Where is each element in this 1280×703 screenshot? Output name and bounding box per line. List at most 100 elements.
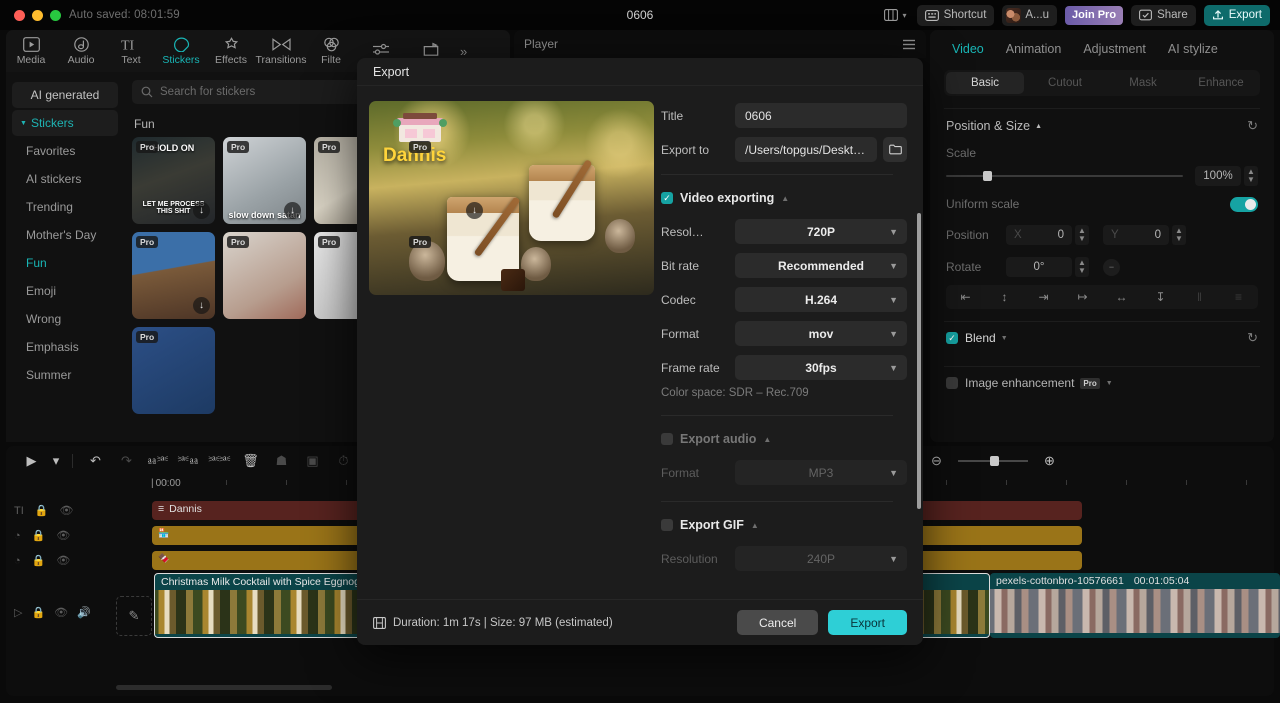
tool-media[interactable]: Media bbox=[6, 36, 56, 66]
lock-icon[interactable]: 🔒 bbox=[32, 554, 46, 567]
rotate-stepper[interactable]: ▲ ▼ bbox=[1075, 257, 1089, 277]
zoom-slider-handle[interactable] bbox=[990, 456, 1000, 466]
select-tool-dropdown-icon[interactable]: ▾ bbox=[47, 453, 65, 469]
export-settings-scrollbar[interactable] bbox=[917, 213, 921, 509]
align-center-horizontal-icon[interactable]: ↕ bbox=[985, 290, 1024, 304]
export-confirm-button[interactable]: Export bbox=[828, 610, 907, 635]
resolution-select[interactable]: 720P ▼ bbox=[735, 219, 907, 244]
tab-adjustment[interactable]: Adjustment bbox=[1083, 42, 1146, 56]
rotate-value[interactable]: 0° bbox=[1006, 257, 1072, 277]
sidebar-item-ai-stickers[interactable]: AI stickers bbox=[12, 166, 118, 192]
export-audio-checkbox[interactable] bbox=[661, 433, 673, 445]
export-gif-checkbox[interactable] bbox=[661, 519, 673, 531]
position-size-section-header[interactable]: Position & Size ▲ ↻ bbox=[930, 109, 1274, 143]
blend-checkbox[interactable]: ✓ bbox=[946, 332, 958, 344]
visibility-icon[interactable]: 👁 bbox=[56, 529, 70, 542]
split-icon[interactable]: ⎂⎃ bbox=[142, 453, 173, 469]
align-left-icon[interactable]: ⇤ bbox=[946, 290, 985, 304]
scale-stepper[interactable]: ▲ ▼ bbox=[1244, 166, 1258, 186]
tool-stickers[interactable]: Stickers bbox=[156, 37, 206, 66]
trim-start-icon[interactable]: ⎃⎂ bbox=[173, 453, 204, 469]
position-y-stepper[interactable]: ▲ ▼ bbox=[1172, 225, 1186, 245]
export-button[interactable]: Export bbox=[1203, 4, 1270, 26]
shortcut-button[interactable]: Shortcut bbox=[916, 4, 995, 26]
title-input[interactable]: 0606 bbox=[735, 103, 907, 128]
tool-effects[interactable]: Effects bbox=[206, 36, 256, 66]
visibility-icon[interactable]: 👁 bbox=[56, 554, 70, 567]
subtab-mask[interactable]: Mask bbox=[1104, 70, 1182, 96]
position-y-field[interactable]: Y 0 bbox=[1103, 225, 1169, 245]
tab-animation[interactable]: Animation bbox=[1006, 42, 1062, 56]
sidebar-item-mothers-day[interactable]: Mother's Day bbox=[12, 222, 118, 248]
subtab-cutout[interactable]: Cutout bbox=[1026, 70, 1104, 96]
sticker-item[interactable]: Pro HOLD ON LET ME PROCESS THIS SHIT ↓ bbox=[132, 137, 215, 224]
tool-transitions[interactable]: Transitions bbox=[256, 37, 306, 66]
tool-filters[interactable]: Filte bbox=[306, 37, 356, 66]
audio-format-select[interactable]: MP3 ▼ bbox=[735, 460, 907, 485]
download-icon[interactable]: ↓ bbox=[466, 202, 483, 219]
align-middle-vertical-icon[interactable]: ↔ bbox=[1102, 290, 1141, 304]
sidebar-item-stickers[interactable]: ▼ Stickers bbox=[12, 110, 118, 136]
position-x-field[interactable]: X 0 bbox=[1006, 225, 1072, 245]
user-account-button[interactable]: A...u bbox=[1002, 4, 1058, 26]
tab-video[interactable]: Video bbox=[952, 42, 984, 56]
trim-end-icon[interactable]: ⎃⎃ bbox=[204, 453, 235, 469]
gif-resolution-select[interactable]: 240P ▼ bbox=[735, 546, 907, 571]
align-bottom-icon[interactable]: ↧ bbox=[1141, 290, 1180, 304]
export-to-input[interactable]: /Users/topgus/Deskt… bbox=[735, 137, 877, 162]
rotate-dial[interactable]: − bbox=[1103, 258, 1120, 276]
scale-value[interactable]: 100% bbox=[1195, 166, 1241, 186]
edit-clip-button[interactable]: ✎ bbox=[116, 596, 152, 636]
select-tool-icon[interactable]: ▶ bbox=[16, 453, 47, 469]
zoom-slider[interactable] bbox=[958, 456, 1028, 466]
sticker-item[interactable]: Pro bbox=[132, 327, 215, 414]
sidebar-item-trending[interactable]: Trending bbox=[12, 194, 118, 220]
align-top-icon[interactable]: ↦ bbox=[1063, 290, 1102, 304]
layout-switch-button[interactable]: ▾ bbox=[882, 5, 909, 26]
reset-icon[interactable]: ↻ bbox=[1247, 118, 1258, 134]
align-right-icon[interactable]: ⇥ bbox=[1024, 290, 1063, 304]
codec-select[interactable]: H.264 ▼ bbox=[735, 287, 907, 312]
uniform-scale-toggle[interactable] bbox=[1230, 196, 1258, 212]
format-select[interactable]: mov ▼ bbox=[735, 321, 907, 346]
export-gif-group-header[interactable]: Export GIF ▲ bbox=[661, 514, 907, 536]
lock-icon[interactable]: 🔒 bbox=[31, 606, 45, 619]
share-button[interactable]: Share bbox=[1131, 4, 1196, 26]
cancel-button[interactable]: Cancel bbox=[736, 610, 819, 635]
sidebar-item-fun[interactable]: Fun bbox=[12, 250, 118, 276]
maximize-window-button[interactable] bbox=[50, 9, 61, 21]
framerate-select[interactable]: 30fps ▼ bbox=[735, 355, 907, 380]
sidebar-item-favorites[interactable]: Favorites bbox=[12, 138, 118, 164]
tool-text[interactable]: TI Text bbox=[106, 37, 156, 66]
download-icon[interactable]: ↓ bbox=[284, 202, 301, 219]
video-exporting-group-header[interactable]: ✓ Video exporting ▲ bbox=[661, 187, 907, 209]
image-enhancement-row[interactable]: Image enhancement Pro ▼ bbox=[930, 367, 1274, 399]
video-exporting-checkbox[interactable]: ✓ bbox=[661, 192, 673, 204]
sidebar-item-ai-generated[interactable]: AI generated bbox=[12, 82, 118, 108]
scale-slider[interactable] bbox=[946, 171, 1183, 181]
zoom-in-icon[interactable]: ⊕ bbox=[1034, 453, 1065, 469]
delete-icon[interactable]: 🗑 bbox=[235, 453, 266, 469]
sticker-item[interactable]: Pro slow down satan ↓ bbox=[223, 137, 306, 224]
export-audio-group-header[interactable]: Export audio ▲ bbox=[661, 428, 907, 450]
sticker-item[interactable]: Pro bbox=[223, 232, 306, 319]
close-window-button[interactable] bbox=[14, 9, 25, 21]
subtab-basic[interactable]: Basic bbox=[946, 72, 1024, 94]
position-x-stepper[interactable]: ▲ ▼ bbox=[1075, 225, 1089, 245]
zoom-out-icon[interactable]: ⊖ bbox=[921, 453, 952, 469]
visibility-icon[interactable]: 👁 bbox=[59, 504, 73, 517]
timeline-horizontal-scrollbar[interactable] bbox=[116, 685, 332, 690]
undo-icon[interactable]: ↶ bbox=[80, 453, 111, 469]
visibility-icon[interactable]: 👁 bbox=[54, 606, 68, 619]
image-enhancement-checkbox[interactable] bbox=[946, 377, 958, 389]
lock-icon[interactable]: 🔒 bbox=[32, 529, 46, 542]
hamburger-icon[interactable] bbox=[902, 39, 916, 50]
blend-section-header[interactable]: ✓ Blend ▼ ↻ bbox=[930, 322, 1274, 354]
download-icon[interactable]: ↓ bbox=[193, 297, 210, 314]
folder-icon[interactable] bbox=[883, 137, 907, 162]
sidebar-item-emphasis[interactable]: Emphasis bbox=[12, 334, 118, 360]
subtab-enhance[interactable]: Enhance bbox=[1182, 70, 1260, 96]
toolbar-more-button[interactable]: » bbox=[460, 44, 467, 59]
slider-handle[interactable] bbox=[982, 171, 992, 181]
lock-icon[interactable]: 🔒 bbox=[35, 504, 49, 517]
